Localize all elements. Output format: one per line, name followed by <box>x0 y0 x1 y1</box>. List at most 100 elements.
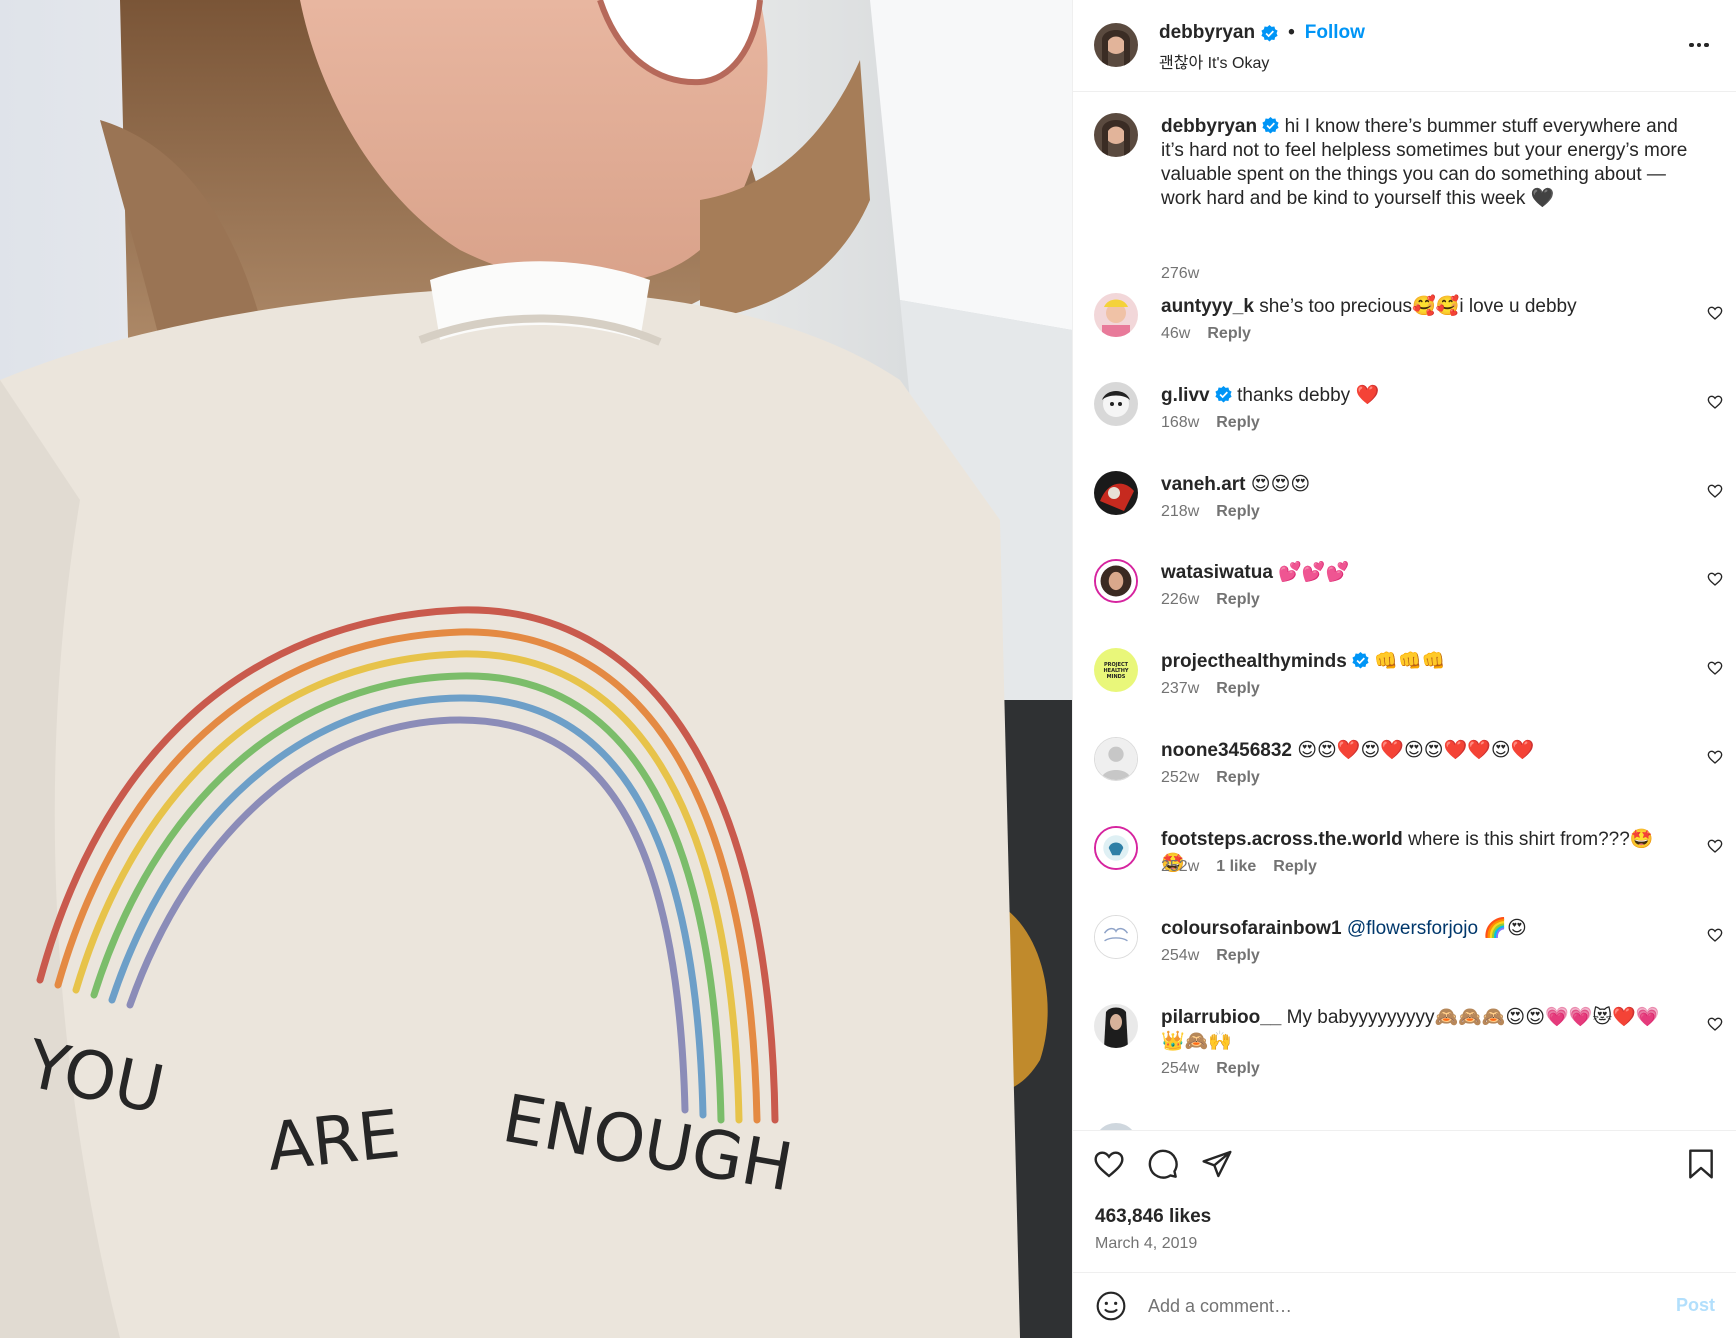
comment-text: she’s too precious🥰🥰i love u debby <box>1259 296 1577 317</box>
post-image: YOU ARE ENOUGH <box>0 0 1072 1338</box>
post-comment-button[interactable]: Post <box>1676 1295 1715 1316</box>
comments-list[interactable]: debbyryan hi I know there’s bummer stuff… <box>1073 93 1736 1130</box>
comment-body: watasiwatua 💕💕💕 <box>1161 561 1677 585</box>
comment-avatar[interactable] <box>1094 382 1138 426</box>
comment-username[interactable]: watasiwatua <box>1161 562 1273 583</box>
like-comment-heart-icon[interactable] <box>1707 749 1723 765</box>
comment-meta: 218w Reply <box>1161 503 1260 521</box>
comment-avatar[interactable] <box>1094 293 1138 337</box>
comment-meta: 168w Reply <box>1161 414 1260 432</box>
reply-button[interactable]: Reply <box>1273 858 1317 876</box>
comment-like-count[interactable]: 1 like <box>1216 858 1256 876</box>
comment-text: 👊👊👊 <box>1374 651 1446 672</box>
comment-age[interactable]: 218w <box>1161 503 1199 521</box>
caption-text-2: work hard and be kind to yourself this w… <box>1161 188 1555 209</box>
post-header: debbyryan • Follow 괜찮아 It's Okay <box>1073 0 1736 92</box>
emoji-icon[interactable] <box>1095 1290 1127 1322</box>
post-date: March 4, 2019 <box>1095 1235 1198 1252</box>
like-comment-heart-icon[interactable] <box>1707 838 1723 854</box>
comment-username[interactable]: g.livv <box>1161 385 1210 406</box>
comment-body: coloursofarainbow1 @flowersforjojo 🌈😍 <box>1161 917 1677 941</box>
comment-age[interactable]: 254w <box>1161 947 1199 965</box>
like-comment-heart-icon[interactable] <box>1707 660 1723 676</box>
comment-body: auntyyy_k she’s too precious🥰🥰i love u d… <box>1161 295 1677 319</box>
comment-avatar[interactable]: PROJECT HEALTHY MINDS <box>1094 648 1138 692</box>
more-options-icon[interactable] <box>1684 30 1714 60</box>
comment-meta: 226w Reply <box>1161 591 1260 609</box>
comment-meta: 46w Reply <box>1161 325 1251 343</box>
separator-dot: • <box>1288 22 1295 43</box>
like-comment-heart-icon[interactable] <box>1707 483 1723 499</box>
reply-button[interactable]: Reply <box>1216 947 1260 965</box>
comment-text: 💕💕💕 <box>1278 562 1350 583</box>
comment-body: vaneh.art 😍😍😍 <box>1161 473 1677 497</box>
reply-button[interactable]: Reply <box>1207 325 1251 343</box>
comment-age[interactable]: 252w <box>1161 769 1199 787</box>
comment-username[interactable]: coloursofarainbow1 <box>1161 918 1342 939</box>
comment-username[interactable]: vaneh.art <box>1161 474 1245 495</box>
reply-button[interactable]: Reply <box>1216 503 1260 521</box>
reply-button[interactable]: Reply <box>1216 680 1260 698</box>
comment-age[interactable]: 46w <box>1161 325 1190 343</box>
comment-avatar[interactable] <box>1094 1004 1138 1048</box>
svg-text:MINDS: MINDS <box>1107 674 1126 680</box>
comment-icon[interactable] <box>1147 1148 1179 1180</box>
comment-age[interactable]: 168w <box>1161 414 1199 432</box>
comment-avatar[interactable] <box>1094 471 1138 515</box>
comment-meta: 254w Reply <box>1161 947 1260 965</box>
reply-button[interactable]: Reply <box>1216 1060 1260 1078</box>
comment-age[interactable]: 226w <box>1161 591 1199 609</box>
comment-text: 🌈😍 <box>1483 918 1527 939</box>
comment-avatar-story-ring[interactable] <box>1094 559 1138 603</box>
comment-meta: 252w Reply <box>1161 769 1260 787</box>
comment-meta: 237w Reply <box>1161 680 1260 698</box>
comment-meta: 254w Reply <box>1161 1060 1260 1078</box>
comment-input[interactable] <box>1148 1291 1628 1321</box>
comment-text: 😍😍😍 <box>1250 474 1311 495</box>
comment-age[interactable]: 237w <box>1161 680 1199 698</box>
like-comment-heart-icon[interactable] <box>1707 571 1723 587</box>
like-comment-heart-icon[interactable] <box>1707 394 1723 410</box>
comment-mention[interactable]: @flowersforjojo <box>1347 918 1478 939</box>
verified-badge-icon <box>1262 117 1279 134</box>
comment-avatar-story-ring[interactable] <box>1094 826 1138 870</box>
caption-username[interactable]: debbyryan <box>1161 116 1257 137</box>
like-comment-heart-icon[interactable] <box>1707 1016 1723 1032</box>
comment-text: 😍😍❤️😍❤️😍😍❤️❤️😍❤️ <box>1297 740 1535 761</box>
likes-count[interactable]: 463,846 likes <box>1095 1206 1211 1228</box>
comment-avatar[interactable] <box>1094 1123 1138 1130</box>
post-photo[interactable]: YOU ARE ENOUGH <box>0 0 1072 1338</box>
comment-body: noone3456832 😍😍❤️😍❤️😍😍❤️❤️😍❤️ <box>1161 739 1677 763</box>
caption-avatar[interactable] <box>1094 113 1138 157</box>
save-bookmark-icon[interactable] <box>1685 1148 1717 1180</box>
comment-username[interactable]: pilarrubioo__ <box>1161 1007 1281 1028</box>
verified-badge-icon <box>1215 386 1232 403</box>
reply-button[interactable]: Reply <box>1216 414 1260 432</box>
comment-age[interactable]: 252w <box>1161 858 1199 876</box>
comment-username[interactable]: auntyyy_k <box>1161 296 1254 317</box>
author-avatar[interactable] <box>1094 23 1138 67</box>
like-comment-heart-icon[interactable] <box>1707 305 1723 321</box>
like-heart-icon[interactable] <box>1093 1148 1125 1180</box>
comment-username[interactable]: projecthealthyminds <box>1161 651 1347 672</box>
comment-username[interactable]: noone3456832 <box>1161 740 1292 761</box>
reply-button[interactable]: Reply <box>1216 591 1260 609</box>
share-icon[interactable] <box>1201 1148 1233 1180</box>
comment-meta: 252w 1 like Reply <box>1161 858 1317 876</box>
caption-age[interactable]: 276w <box>1161 265 1199 283</box>
action-bar: 463,846 likes March 4, 2019 <box>1073 1130 1736 1272</box>
shirt-text-are: ARE <box>264 1095 404 1185</box>
comment-avatar-default[interactable] <box>1094 737 1138 781</box>
comment-avatar[interactable] <box>1094 915 1138 959</box>
comment-username[interactable]: footsteps.across.the.world <box>1161 829 1403 850</box>
comment-body: projecthealthyminds 👊👊👊 <box>1161 650 1677 674</box>
comment-age[interactable]: 254w <box>1161 1060 1199 1078</box>
like-comment-heart-icon[interactable] <box>1707 927 1723 943</box>
caption-body: debbyryan hi I know there’s bummer stuff… <box>1161 115 1697 211</box>
comment-text: thanks debby ❤️ <box>1237 385 1380 406</box>
reply-button[interactable]: Reply <box>1216 769 1260 787</box>
audio-subtitle[interactable]: 괜찮아 It's Okay <box>1159 49 1269 73</box>
author-username[interactable]: debbyryan <box>1159 22 1255 44</box>
verified-badge-icon <box>1352 652 1369 669</box>
follow-button[interactable]: Follow <box>1305 22 1365 44</box>
